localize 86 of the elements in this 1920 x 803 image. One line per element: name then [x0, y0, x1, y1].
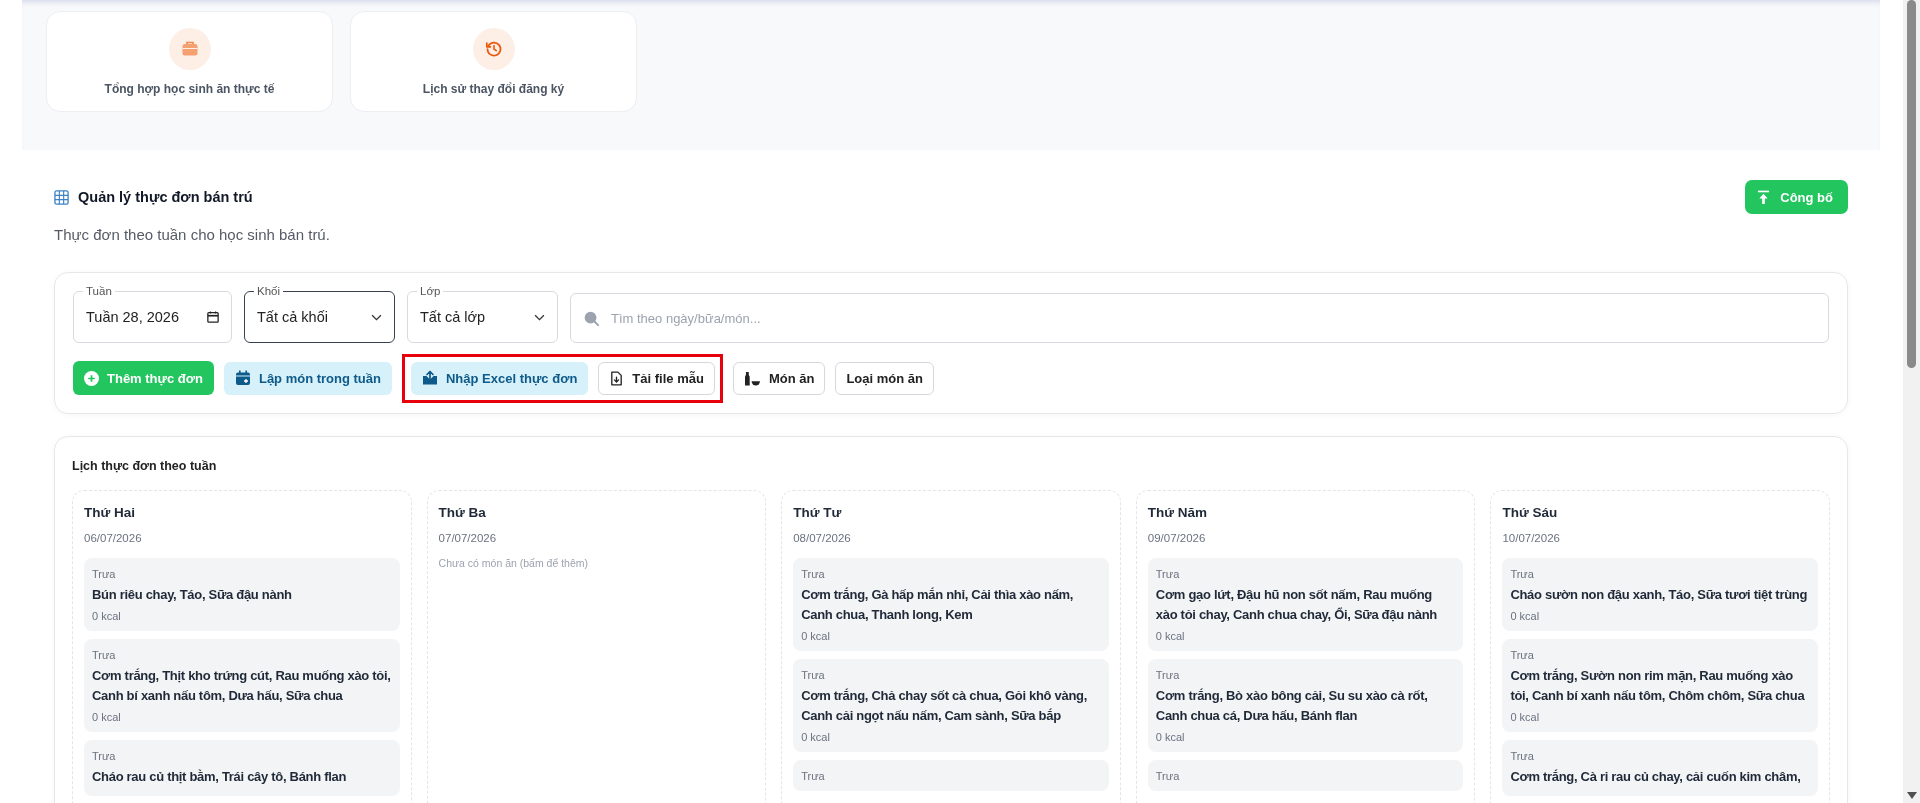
dish-list: Cơm trắng, Sườn non rim mặn, Rau muống xào tỏi, Canh bí xanh nấu tôm, Chôm chôm, Sữa chua [1510, 666, 1810, 706]
calendar-title: Lịch thực đơn theo tuần [72, 459, 218, 473]
meal-card[interactable]: Trưa Cháo rau củ thịt bằm, Trái cây tô, Bánh flan [84, 740, 400, 796]
dish-list: Cháo sườn non đậu xanh, Táo, Sữa tươi tiệt trùng [1510, 585, 1810, 605]
section-subtitle: Thực đơn theo tuần cho học sinh bán trú. [54, 226, 331, 243]
day-name: Thứ Hai [84, 505, 137, 520]
meal-label: Trưa [1510, 649, 1535, 661]
shortcut-card[interactable]: Tổng hợp học sinh ăn thực tế [46, 11, 333, 112]
dish-list: Cơm gạo lứt, Đậu hũ non sốt nấm, Rau muống xào tỏi chay, Canh chua chay, Ổi, Sữa đậu nành [1155, 585, 1456, 625]
calorie-text: 0 kcal [1510, 610, 1541, 622]
meal-card[interactable]: Trưa [1147, 760, 1464, 791]
day-name: Thứ Ba [438, 505, 487, 520]
dropdown-field[interactable]: Khối Tất cả khối [244, 285, 395, 343]
meal-card[interactable]: Trưa Cơm trắng, Chả chay sốt cà chua, Gỏi khô vàng, Canh cải ngọt nấu nấm, Cam sành, Sữa bắp 0 kcal [793, 659, 1109, 752]
day-date: 08/07/2026 [793, 532, 852, 544]
calorie-text: 0 kcal [1510, 711, 1541, 723]
week-field[interactable]: Tuần Tuần 28, 2026 [73, 285, 232, 343]
search-field[interactable]: Tìm theo ngày/bữa/món... [570, 293, 1829, 343]
day-column[interactable] [1490, 490, 1830, 803]
scrollbar[interactable] [1903, 0, 1920, 803]
calorie-text: 0 kcal [801, 630, 831, 642]
bottle-and-bowl-icon [743, 370, 761, 386]
meal-label: Trưa [1510, 568, 1535, 580]
meal-label: Trưa [92, 568, 117, 580]
meal-card[interactable]: Trưa Cơm trắng, Gà hấp mắn nhỉ, Cải thìa xào nấm, Canh chua, Thanh long, Kem 0 kcal [793, 558, 1109, 651]
meal-label: Trưa [801, 669, 826, 681]
day-date: 09/07/2026 [1147, 532, 1207, 544]
meal-label: Trưa [92, 649, 117, 661]
calorie-text: 0 kcal [1155, 731, 1186, 743]
shortcut-card[interactable]: Lịch sử thay đổi đăng ký [350, 11, 637, 112]
day-name: Thứ Tư [793, 505, 843, 520]
meal-label: Trưa [1155, 770, 1181, 782]
meal-label: Trưa [801, 568, 826, 580]
meal-card[interactable]: Trưa [793, 760, 1109, 791]
meal-label: Trưa [801, 770, 826, 782]
empty-hint: Chưa có món ăn (bấm để thêm) [438, 557, 590, 569]
scroll-down-arrow-icon[interactable] [1906, 792, 1917, 799]
meal-card[interactable]: Trưa Cơm trắng, Cà ri rau củ chay, cải cuốn kim châm, [1502, 740, 1818, 796]
plus-circle-icon [84, 370, 99, 386]
day-date: 10/07/2026 [1502, 532, 1561, 544]
dish-list: Cơm trắng, Gà hấp mắn nhỉ, Cải thìa xào nấm, Canh chua, Thanh long, Kem [801, 585, 1101, 625]
upload-arrow-icon [1757, 189, 1771, 205]
file-download-icon [609, 370, 625, 386]
search-icon [584, 311, 599, 326]
meal-card[interactable]: Trưa Cơm trắng, Sườn non rim mặn, Rau muống xào tỏi, Canh bí xanh nấu tôm, Chôm chôm, Sữa chua 0 kcal [1502, 639, 1818, 732]
meal-label: Trưa [1155, 669, 1181, 681]
scrollbar-thumb[interactable] [1907, 0, 1916, 368]
table-grid-icon [54, 189, 69, 205]
calendar-icon [234, 370, 251, 386]
day-name: Thứ Sáu [1502, 505, 1559, 520]
day-column[interactable] [1135, 490, 1476, 803]
meal-label: Trưa [1510, 750, 1535, 762]
dropdown-field[interactable]: Lớp Tất cả lớp [407, 285, 558, 343]
calorie-text: 0 kcal [801, 731, 831, 743]
calorie-text: 0 kcal [92, 711, 122, 723]
dish-list: Cơm trắng, Chả chay sốt cà chua, Gỏi khô vàng, Canh cải ngọt nấu nấm, Cam sành, Sữa bắp [801, 686, 1101, 726]
meal-card[interactable]: Trưa Cơm gạo lứt, Đậu hũ non sốt nấm, Rau muống xào tỏi chay, Canh chua chay, Ổi, Sữa đậu nành 0 kcal [1147, 558, 1464, 651]
dish-list: Cơm trắng, Cà ri rau củ chay, cải cuốn kim châm, [1510, 767, 1810, 787]
toolbar-button[interactable]: Loại món ăn [835, 361, 934, 395]
toolbar-button[interactable]: Tải file mẫu [598, 361, 715, 395]
calorie-text: 0 kcal [1155, 630, 1186, 642]
meal-label: Trưa [92, 750, 117, 762]
dish-list: Cháo rau củ thịt bằm, Trái cây tô, Bánh flan [92, 767, 392, 787]
upload-icon [422, 370, 438, 386]
chevron-down-icon [371, 313, 382, 321]
section-title: Quản lý thực đơn bán trú [78, 189, 253, 205]
day-name: Thứ Năm [1147, 505, 1209, 520]
day-column[interactable] [72, 490, 412, 803]
day-column[interactable]: Thứ Ba 07/07/2026 Chưa có món ăn (bấm để thêm) [426, 490, 767, 803]
toolbar-button[interactable]: Món ăn [732, 361, 826, 395]
toolbar-button[interactable]: Nhập Excel thực đơn [411, 361, 589, 395]
meal-card[interactable]: Trưa Cơm trắng, Bò xào bông cải, Su su xào cà rốt, Canh chua cá, Dưa hấu, Bánh flan 0 kcal [1147, 659, 1464, 752]
meal-card[interactable]: Trưa Cháo sườn non đậu xanh, Táo, Sữa tươi tiệt trùng 0 kcal [1502, 558, 1818, 631]
meal-label: Trưa [1155, 568, 1181, 580]
dish-list: Cơm trắng, Thịt kho trứng cút, Rau muống xào tỏi, Canh bí xanh nấu tôm, Dưa hấu, Sữa chua [92, 666, 392, 706]
chevron-down-icon [534, 313, 545, 321]
dish-list: Cơm trắng, Bò xào bông cải, Su su xào cà rốt, Canh chua cá, Dưa hấu, Bánh flan [1155, 686, 1456, 726]
day-date: 07/07/2026 [438, 532, 498, 544]
day-date: 06/07/2026 [84, 532, 143, 544]
calendar-icon [207, 311, 219, 323]
toolbar-button[interactable]: Lập món trong tuần [223, 361, 392, 395]
calorie-text: 0 kcal [92, 610, 122, 622]
day-column[interactable] [781, 490, 1121, 803]
meal-card[interactable]: Trưa Bún riêu chay, Táo, Sữa đậu nành 0 kcal [84, 558, 400, 631]
dish-list: Bún riêu chay, Táo, Sữa đậu nành [92, 585, 392, 605]
meal-card[interactable]: Trưa Cơm trắng, Thịt kho trứng cút, Rau muống xào tỏi, Canh bí xanh nấu tôm, Dưa hấu, Sữa chua 0 kcal [84, 639, 400, 732]
